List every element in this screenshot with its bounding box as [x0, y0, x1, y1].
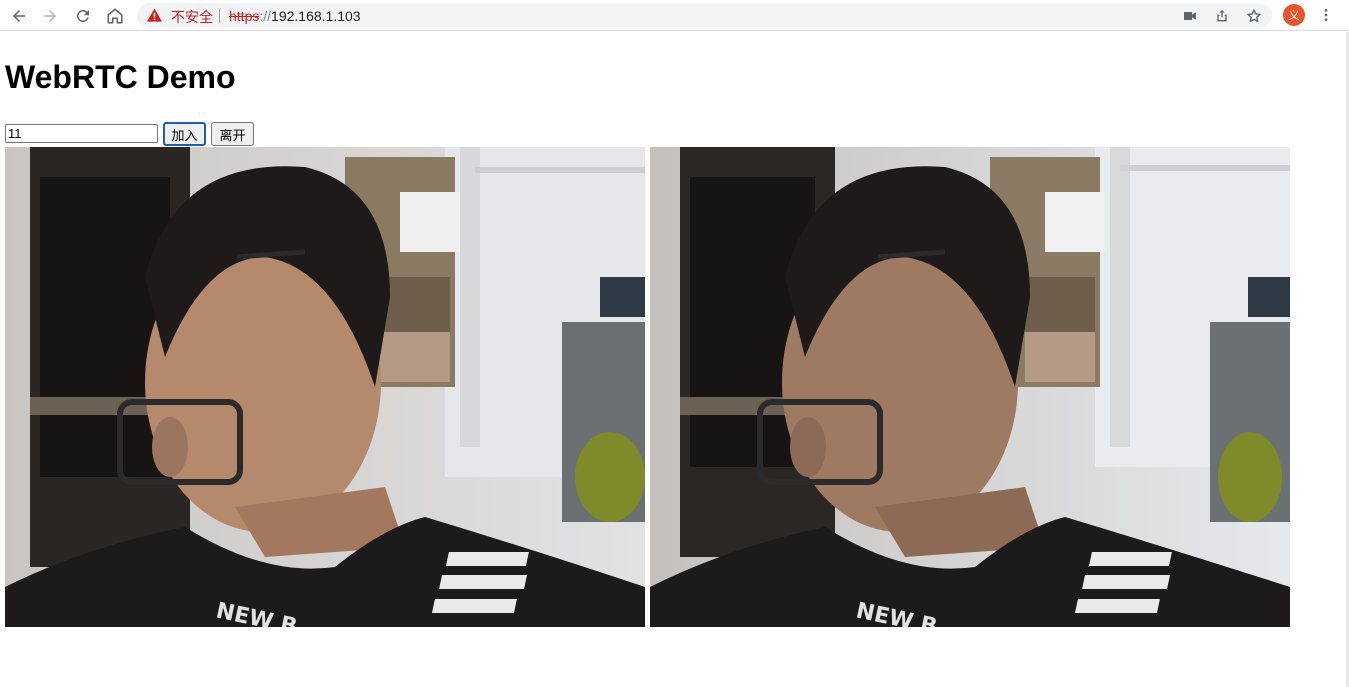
leave-button[interactable]: 离开: [211, 122, 254, 146]
room-id-input[interactable]: [5, 124, 158, 143]
menu-icon[interactable]: [1316, 5, 1336, 25]
url-text[interactable]: https://192.168.1.103: [229, 8, 361, 24]
url-scheme: https: [229, 8, 260, 24]
join-button[interactable]: 加入: [163, 122, 206, 146]
page-title: WebRTC Demo: [5, 59, 236, 95]
home-icon[interactable]: [102, 3, 128, 29]
bookmark-star-icon[interactable]: [1245, 7, 1263, 25]
url-host: 192.168.1.103: [271, 8, 361, 24]
back-icon[interactable]: [6, 3, 32, 29]
url-separator: ://: [259, 8, 272, 24]
remote-video-frame: NEW B: [650, 147, 1290, 627]
browser-toolbar: 不安全 https://192.168.1.103 义: [0, 0, 1349, 31]
local-video-frame: NEW B: [5, 147, 645, 627]
address-bar[interactable]: 不安全 https://192.168.1.103: [137, 3, 1272, 28]
warning-icon[interactable]: [147, 8, 162, 22]
omnibox-divider: [219, 9, 220, 23]
insecure-label[interactable]: 不安全: [171, 7, 213, 27]
forward-icon[interactable]: [37, 3, 63, 29]
share-icon[interactable]: [1213, 7, 1231, 25]
profile-avatar[interactable]: 义: [1283, 4, 1305, 26]
reload-icon[interactable]: [70, 3, 96, 29]
remote-video[interactable]: NEW B: [650, 147, 1290, 627]
camera-icon[interactable]: [1181, 7, 1199, 25]
local-video[interactable]: NEW B: [5, 147, 645, 627]
